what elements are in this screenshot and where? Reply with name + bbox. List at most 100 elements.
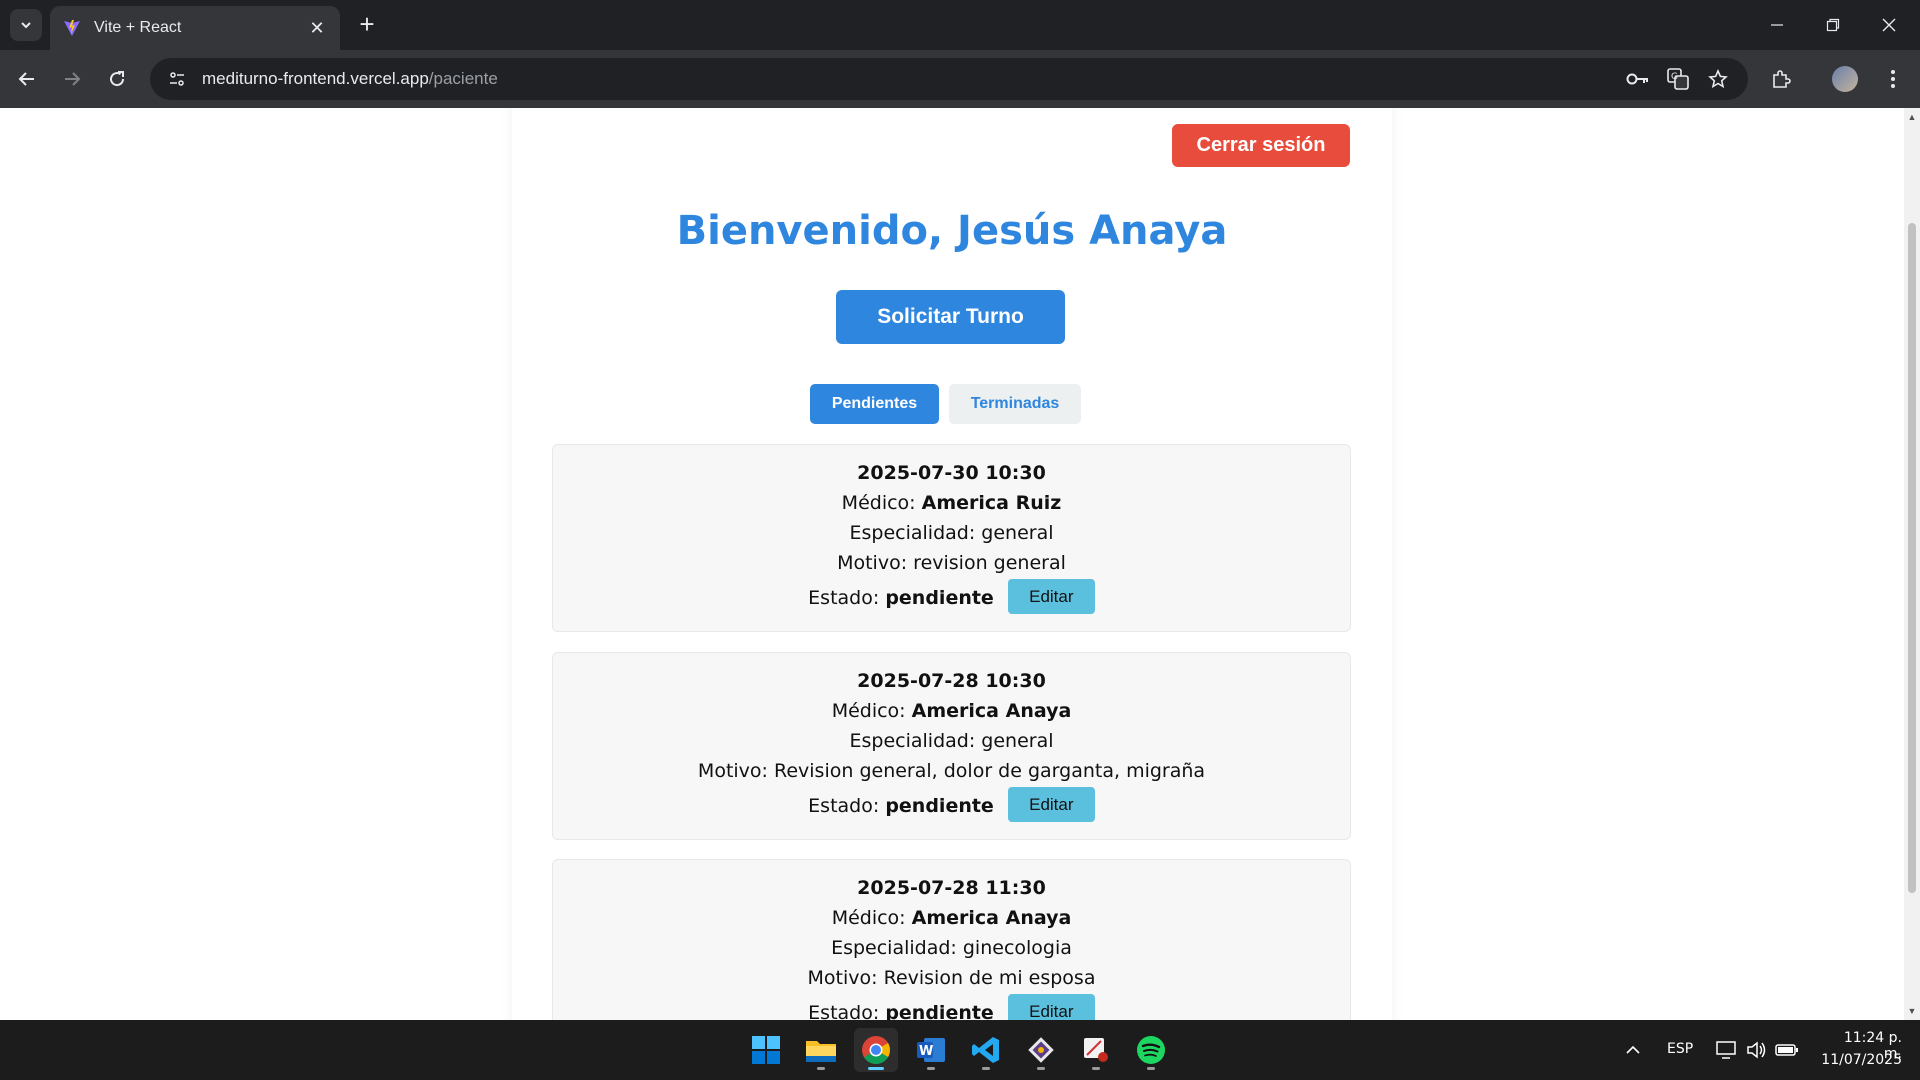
appointment-specialty: Especialidad: general: [553, 521, 1350, 545]
appointment-doctor: Médico: America Anaya: [553, 699, 1350, 723]
close-window-button[interactable]: [1866, 8, 1912, 42]
specialty-label: Especialidad:: [849, 522, 976, 544]
doctor-label: Médico:: [831, 907, 906, 929]
network-icon[interactable]: [1714, 1038, 1740, 1062]
back-button[interactable]: [10, 62, 44, 96]
browser-menu-button[interactable]: [1876, 62, 1910, 96]
address-bar[interactable]: mediturno-frontend.vercel.app/paciente G: [150, 58, 1748, 100]
request-appointment-button[interactable]: Solicitar Turno: [836, 290, 1065, 344]
status-value: pendiente: [885, 1002, 994, 1020]
scroll-up-arrow-icon[interactable]: ▲: [1907, 112, 1917, 122]
browser-tabstrip: Vite + React ✕ +: [0, 0, 1920, 50]
running-indicator: [1147, 1067, 1155, 1070]
more-vertical-icon: [1891, 70, 1895, 88]
start-button[interactable]: [744, 1028, 788, 1072]
git-icon: [1028, 1037, 1054, 1063]
puzzle-icon: [1773, 70, 1791, 88]
svg-text:W: W: [919, 1044, 933, 1059]
status-label: Estado:: [808, 587, 880, 609]
appointment-datetime: 2025-07-30 10:30: [857, 462, 1046, 484]
chrome-button[interactable]: [854, 1028, 898, 1072]
git-client-button[interactable]: [1019, 1028, 1063, 1072]
vscode-button[interactable]: [964, 1028, 1008, 1072]
url-path: /paciente: [428, 69, 498, 88]
tab-search-button[interactable]: [10, 9, 42, 41]
running-indicator: [982, 1067, 990, 1070]
start-icon: [752, 1036, 780, 1064]
password-key-icon[interactable]: [1620, 58, 1656, 100]
doctor-label: Médico:: [841, 492, 916, 514]
restore-button[interactable]: [1810, 8, 1856, 42]
file-explorer-icon: [806, 1041, 836, 1062]
status-value: pendiente: [885, 587, 994, 609]
input-language[interactable]: ESP: [1667, 1041, 1693, 1057]
appointment-card: 2025-07-30 10:30 Médico: America Ruiz Es…: [552, 444, 1351, 632]
appointment-reason: Motivo: revision general: [553, 551, 1350, 575]
specialty-value: general: [981, 730, 1054, 752]
scrollbar-thumb[interactable]: [1908, 223, 1916, 893]
word-icon: W: [917, 1038, 945, 1062]
appointment-status: Estado: pendiente Editar: [553, 787, 1350, 824]
close-icon: [1882, 18, 1896, 32]
snipping-tool-button[interactable]: [1074, 1028, 1118, 1072]
translate-icon[interactable]: G: [1660, 58, 1696, 100]
minimize-button[interactable]: [1754, 8, 1800, 42]
tab-finished[interactable]: Terminadas: [949, 384, 1081, 424]
show-hidden-icons-button[interactable]: [1620, 1038, 1646, 1062]
status-label: Estado:: [808, 1002, 880, 1020]
specialty-label: Especialidad:: [831, 937, 957, 959]
arrow-left-icon: [18, 72, 34, 86]
restore-icon: [1826, 18, 1840, 32]
vscode-icon: [972, 1037, 999, 1063]
tab-title: Vite + React: [94, 19, 182, 36]
appointment-doctor: Médico: America Ruiz: [553, 491, 1350, 515]
arrow-right-icon: [65, 72, 81, 86]
site-info-icon[interactable]: [164, 66, 190, 92]
welcome-heading: Bienvenido, Jesús Anaya: [676, 208, 1228, 254]
appointment-specialty: Especialidad: ginecologia: [553, 936, 1350, 960]
word-button[interactable]: W: [909, 1028, 953, 1072]
extensions-button[interactable]: [1764, 62, 1798, 96]
url-host: mediturno-frontend.vercel.app: [202, 69, 429, 88]
forward-button[interactable]: [55, 62, 89, 96]
logout-button[interactable]: Cerrar sesión: [1172, 124, 1350, 167]
active-indicator: [868, 1067, 884, 1070]
file-explorer-button[interactable]: [799, 1028, 843, 1072]
bookmark-star-icon[interactable]: [1700, 58, 1736, 100]
edit-appointment-button[interactable]: Editar: [1007, 787, 1095, 822]
appointment-reason: Motivo: Revision general, dolor de garga…: [553, 759, 1350, 783]
close-tab-icon[interactable]: ✕: [306, 18, 328, 39]
edit-appointment-button[interactable]: Editar: [1007, 579, 1095, 614]
chevron-down-icon: [21, 22, 31, 29]
edit-appointment-button[interactable]: Editar: [1007, 994, 1095, 1020]
appointment-doctor: Médico: America Anaya: [553, 906, 1350, 930]
reason-label: Motivo:: [807, 967, 878, 989]
clock-date[interactable]: 11/07/2025: [1818, 1052, 1902, 1068]
scroll-down-arrow-icon[interactable]: ▼: [1907, 1006, 1917, 1016]
windows-taskbar: W ESP 11:24 p. m. 11/07/2025: [0, 1020, 1920, 1080]
tab-pending[interactable]: Pendientes: [810, 384, 939, 424]
chrome-icon: [862, 1036, 890, 1064]
reason-label: Motivo:: [837, 552, 908, 574]
reason-label: Motivo:: [697, 760, 768, 782]
svg-text:G: G: [1671, 72, 1678, 82]
page-scrollbar[interactable]: ▲ ▼: [1904, 108, 1920, 1020]
running-indicator: [1037, 1067, 1045, 1070]
new-tab-button[interactable]: +: [352, 10, 382, 40]
reason-value: Revision general, dolor de garganta, mig…: [774, 760, 1206, 782]
appointment-reason: Motivo: Revision de mi esposa: [553, 966, 1350, 990]
reload-button[interactable]: [100, 62, 134, 96]
doctor-name: America Ruiz: [921, 492, 1062, 514]
specialty-label: Especialidad:: [849, 730, 976, 752]
chevron-up-icon: [1626, 1045, 1640, 1054]
browser-tab-active[interactable]: Vite + React ✕: [50, 6, 340, 50]
appointment-datetime: 2025-07-28 11:30: [857, 877, 1046, 899]
volume-icon[interactable]: [1744, 1038, 1770, 1062]
page-viewport: Cerrar sesión Bienvenido, Jesús Anaya So…: [0, 108, 1904, 1020]
battery-icon[interactable]: [1774, 1038, 1800, 1062]
reason-value: Revision de mi esposa: [883, 967, 1096, 989]
profile-button[interactable]: [1828, 62, 1862, 96]
browser-toolbar: mediturno-frontend.vercel.app/paciente G: [0, 50, 1920, 108]
running-indicator: [817, 1067, 825, 1070]
spotify-button[interactable]: [1129, 1028, 1173, 1072]
